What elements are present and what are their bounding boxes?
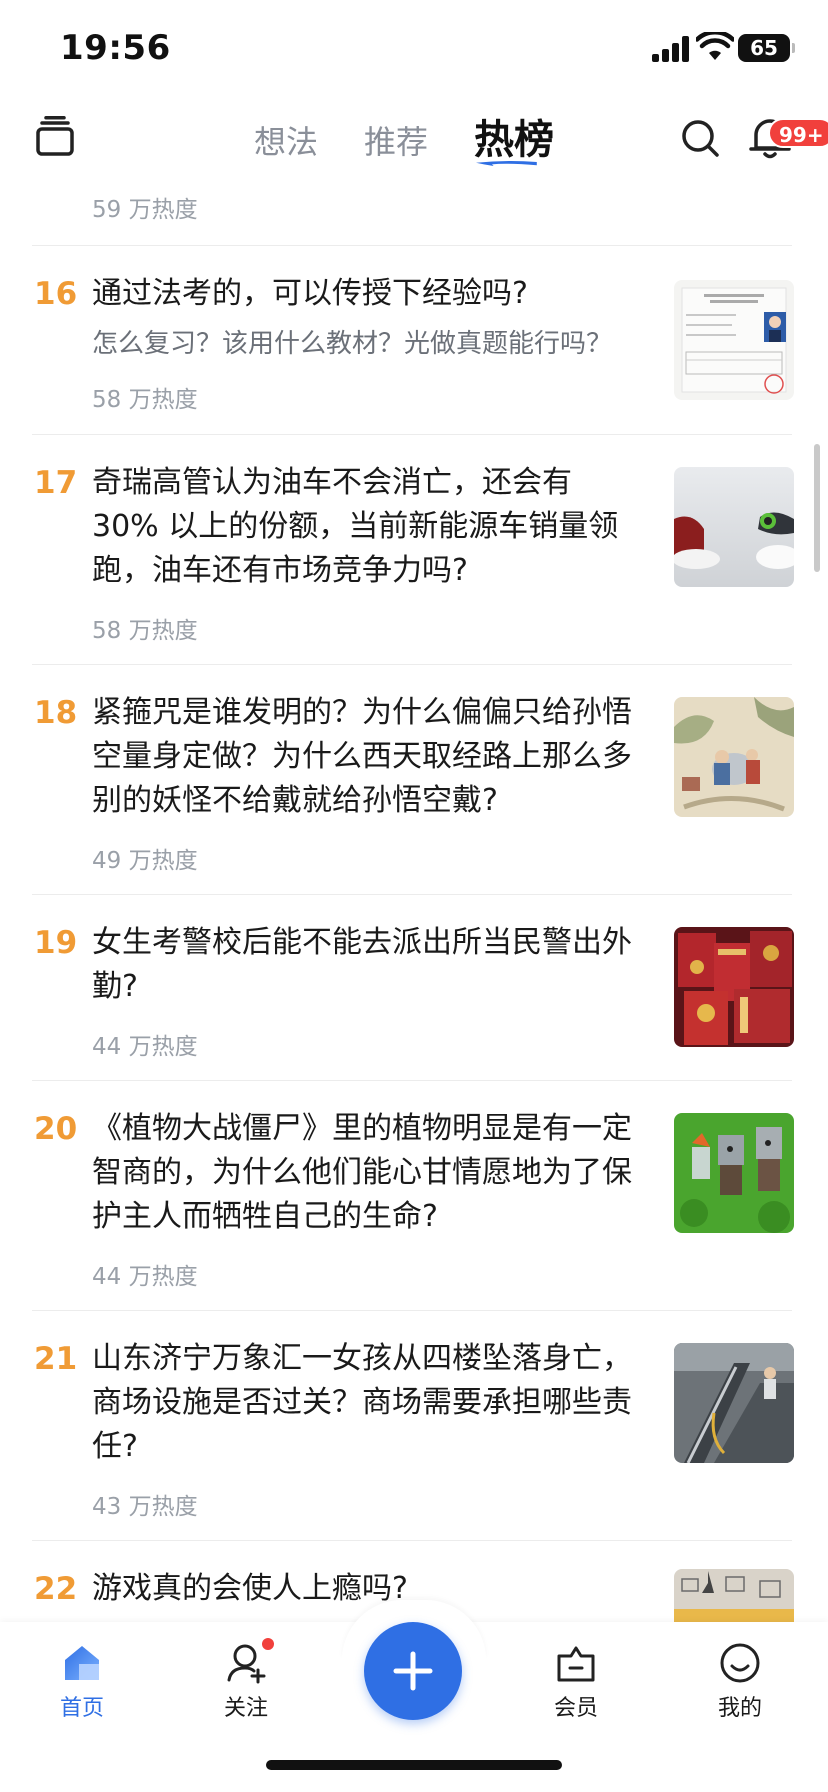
feed-tabs: 想法 推荐 热榜 (254, 104, 554, 166)
cellular-signal-icon (652, 36, 694, 62)
rank-number: 16 (34, 276, 78, 312)
heat-label: 58 万热度 (92, 618, 198, 644)
item-title[interactable]: 游戏真的会使人上瘾吗? (92, 1567, 648, 1611)
heat-label: 44 万热度 (92, 1034, 198, 1060)
smile-icon (720, 1643, 760, 1683)
list-item[interactable]: 16 通过法考的，可以传授下经验吗? 怎么复习？该用什么教材？光做真题能行吗？ … (0, 246, 828, 434)
heat-label: 49 万热度 (92, 848, 198, 874)
rank-number: 20 (34, 1111, 78, 1147)
status-time: 19:56 (60, 28, 171, 68)
list-item[interactable]: 17 奇瑞高管认为油车不会消亡，还会有 30% 以上的份额，当前新能源车销量领跑… (0, 435, 828, 664)
certificate-document-thumb[interactable] (674, 280, 794, 400)
home-icon (65, 1646, 99, 1680)
item-title[interactable]: 通过法考的，可以传授下经验吗? (92, 272, 648, 316)
rank-number: 19 (34, 925, 78, 961)
heat-label: 43 万热度 (92, 1494, 198, 1520)
item-title[interactable]: 女生考警校后能不能去派出所当民警出外勤? (92, 921, 648, 1009)
follow-icon (227, 1644, 266, 1684)
status-bar: 19:56 65 (0, 0, 828, 96)
heat-label: 58 万热度 (92, 387, 198, 413)
rank-number: 21 (34, 1341, 78, 1377)
heat-label: 44 万热度 (92, 1264, 198, 1290)
follow-notification-dot (262, 1638, 274, 1650)
battery-indicator: 65 (738, 34, 795, 62)
room-interior-thumb[interactable] (674, 1569, 794, 1623)
honor-certificates-thumb[interactable] (674, 927, 794, 1047)
stack-layers-icon[interactable] (36, 116, 74, 156)
item-title[interactable]: 《植物大战僵尸》里的植物明显是有一定智商的，为什么他们能心甘情愿地为了保护主人而… (92, 1107, 648, 1239)
item-title[interactable]: 奇瑞高管认为油车不会消亡，还会有 30% 以上的份额，当前新能源车销量领跑，油车… (92, 461, 648, 593)
nav-profile[interactable]: 我的 (690, 1642, 790, 1722)
item-title[interactable]: 山东济宁万象汇一女孩从四楼坠落身亡，商场设施是否过关？商场需要承担哪些责任? (92, 1337, 648, 1469)
list-item[interactable]: 21 山东济宁万象汇一女孩从四楼坠落身亡，商场设施是否过关？商场需要承担哪些责任… (0, 1311, 828, 1540)
tab-recommend[interactable]: 推荐 (364, 120, 428, 164)
top-header: 想法 推荐 热榜 99+ (0, 96, 828, 180)
classical-painting-thumb[interactable] (674, 697, 794, 817)
member-bag-icon (557, 1646, 595, 1682)
tab-hot-list[interactable]: 热榜 (474, 116, 554, 166)
wifi-icon (696, 32, 734, 60)
create-post-button[interactable] (364, 1622, 462, 1720)
search-icon[interactable] (680, 118, 720, 158)
rank-number: 17 (34, 465, 78, 501)
home-indicator[interactable] (266, 1760, 562, 1770)
list-item[interactable]: 18 紧箍咒是谁发明的？为什么偏偏只给孙悟空量身定做？为什么西天取经路上那么多别… (0, 665, 828, 894)
item-title[interactable]: 紧箍咒是谁发明的？为什么偏偏只给孙悟空量身定做？为什么西天取经路上那么多别的妖怪… (92, 691, 648, 823)
rank-number: 18 (34, 695, 78, 731)
mall-escalator-thumb[interactable] (674, 1343, 794, 1463)
fuel-nozzle-thumb[interactable] (674, 467, 794, 587)
nav-follow[interactable]: 关注 (196, 1642, 296, 1722)
list-item[interactable]: 19 女生考警校后能不能去派出所当民警出外勤? 44 万热度 (0, 895, 828, 1080)
nav-home[interactable]: 首页 (32, 1642, 132, 1722)
active-tab-underline (476, 160, 537, 166)
list-item[interactable]: 20 《植物大战僵尸》里的植物明显是有一定智商的，为什么他们能心甘情愿地为了保护… (0, 1081, 828, 1310)
tab-ideas[interactable]: 想法 (254, 120, 318, 164)
notification-badge: 99+ (768, 118, 828, 148)
heat-label: 59 万热度 (92, 197, 198, 223)
item-excerpt: 怎么复习？该用什么教材？光做真题能行吗？ (92, 329, 613, 359)
nav-member[interactable]: 会员 (526, 1642, 626, 1722)
plants-vs-zombies-thumb[interactable] (674, 1113, 794, 1233)
scrollbar[interactable] (814, 444, 820, 572)
rank-number: 22 (34, 1571, 78, 1607)
plus-icon (393, 1651, 433, 1691)
